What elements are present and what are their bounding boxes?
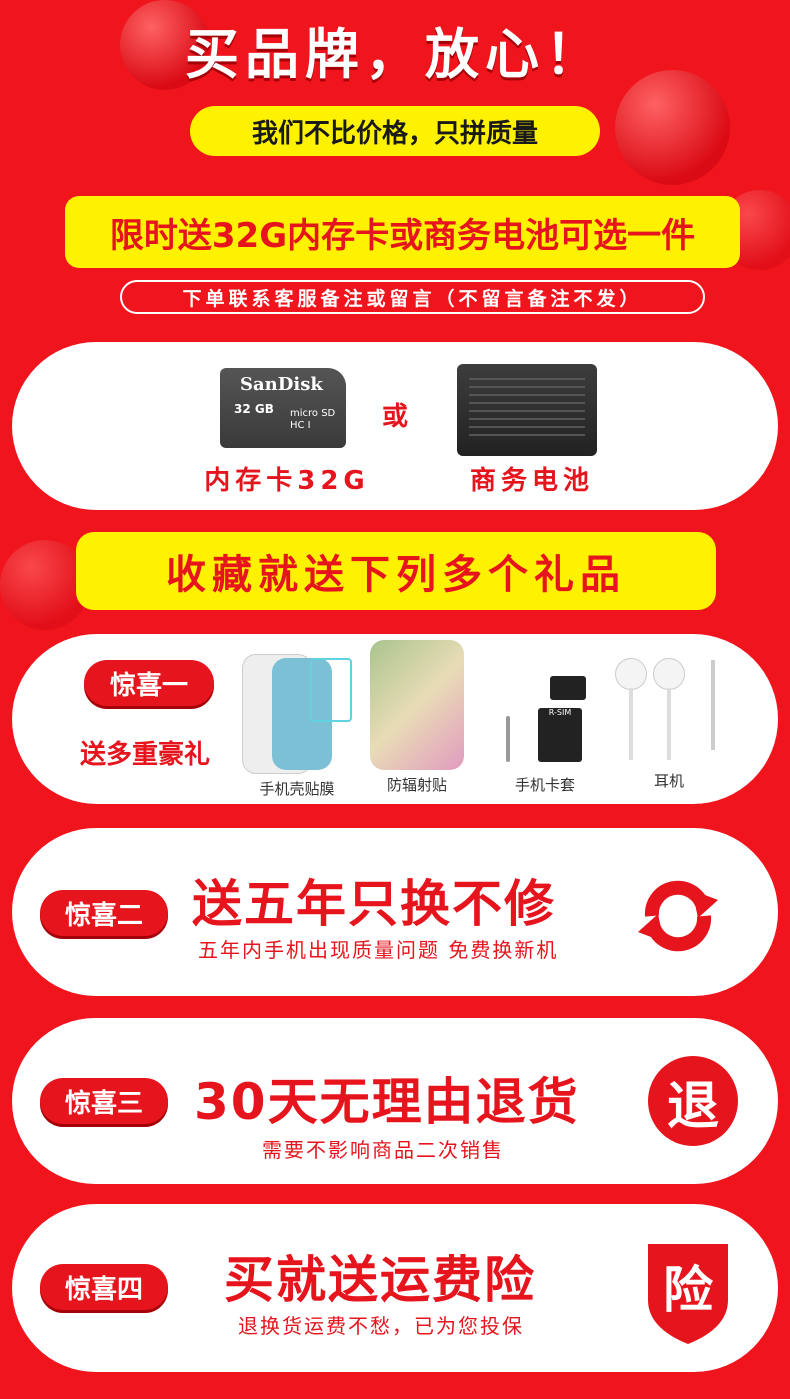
sim-adapter-image: R-SIM — [500, 676, 590, 770]
or-label: 或 — [382, 402, 409, 432]
surprise-card-3: 惊喜三 30天无理由退货 需要不影响商品二次销售 退 — [12, 1018, 778, 1184]
surprise-title-4: 买就送运费险 — [224, 1251, 536, 1309]
surprise-subtitle-3: 需要不影响商品二次销售 — [262, 1138, 504, 1162]
page-headline: 买品牌，放心！ — [185, 23, 605, 86]
sim-tray-label: R-SIM — [538, 708, 582, 762]
surprise-badge-4: 惊喜四 — [40, 1264, 168, 1310]
battery-image — [457, 364, 597, 456]
surprise-badge-1: 惊喜一 — [84, 660, 214, 706]
memory-card-capacity: 32 GB — [234, 402, 274, 416]
surprise-card-4: 惊喜四 买就送运费险 退换货运费不愁，已为您投保 险 — [12, 1204, 778, 1372]
insurance-icon-char: 险 — [663, 1261, 713, 1319]
subline-pill: 我们不比价格，只拼质量 — [190, 106, 600, 156]
surprise-card-2: 惊喜二 送五年只换不修 五年内手机出现质量问题 免费换新机 — [12, 828, 778, 996]
surprise-subtitle-2: 五年内手机出现质量问题 免费换新机 — [198, 938, 559, 962]
refresh-icon — [632, 870, 724, 962]
gift-earphones: 耳机 — [604, 654, 734, 791]
collect-banner: 收藏就送下列多个礼品 — [76, 532, 716, 610]
gift-phone-case: 手机壳贴膜 — [237, 654, 357, 799]
battery-label-lines — [469, 378, 585, 438]
gift-label: 耳机 — [653, 772, 684, 790]
memory-card-label: 内存卡32G — [204, 466, 370, 496]
gift-radiation-sticker: 防辐射贴 — [367, 640, 467, 795]
surprise-card-1: 惊喜一 送多重豪礼 手机壳贴膜 防辐射贴 R-SIM 手机卡套 耳机 — [12, 634, 778, 804]
surprise-badge-3: 惊喜三 — [40, 1078, 168, 1124]
memory-card-brand: SanDisk — [240, 374, 323, 395]
gift-label: 手机壳贴膜 — [259, 780, 335, 798]
return-icon: 退 — [648, 1056, 738, 1146]
memory-card-format: micro SD HC I — [290, 408, 336, 431]
battery-label: 商务电池 — [469, 466, 594, 496]
earphones-image — [609, 654, 729, 766]
gift-option-card: SanDisk 32 GB micro SD HC I 内存卡32G 或 商务电… — [12, 342, 778, 510]
surprise-title-2: 送五年只换不修 — [192, 875, 556, 933]
gift-sim-adapter: R-SIM 手机卡套 — [490, 676, 600, 795]
promo-note: 下单联系客服备注或留言（不留言备注不发） — [120, 280, 705, 314]
gift-label: 手机卡套 — [514, 776, 575, 794]
surprise-tagline-1: 送多重豪礼 — [80, 740, 211, 770]
gift-label: 防辐射贴 — [386, 776, 447, 794]
surprise-subtitle-4: 退换货运费不愁，已为您投保 — [238, 1314, 524, 1338]
memory-card-image: SanDisk 32 GB micro SD HC I — [220, 368, 346, 448]
phone-case-image — [242, 654, 352, 774]
surprise-title-3: 30天无理由退货 — [194, 1073, 580, 1131]
insurance-shield-icon: 险 — [640, 1236, 736, 1346]
surprise-badge-2: 惊喜二 — [40, 890, 168, 936]
radiation-sticker-image — [370, 640, 464, 770]
promo-banner: 限时送32G内存卡或商务电池可选一件 — [65, 196, 740, 268]
